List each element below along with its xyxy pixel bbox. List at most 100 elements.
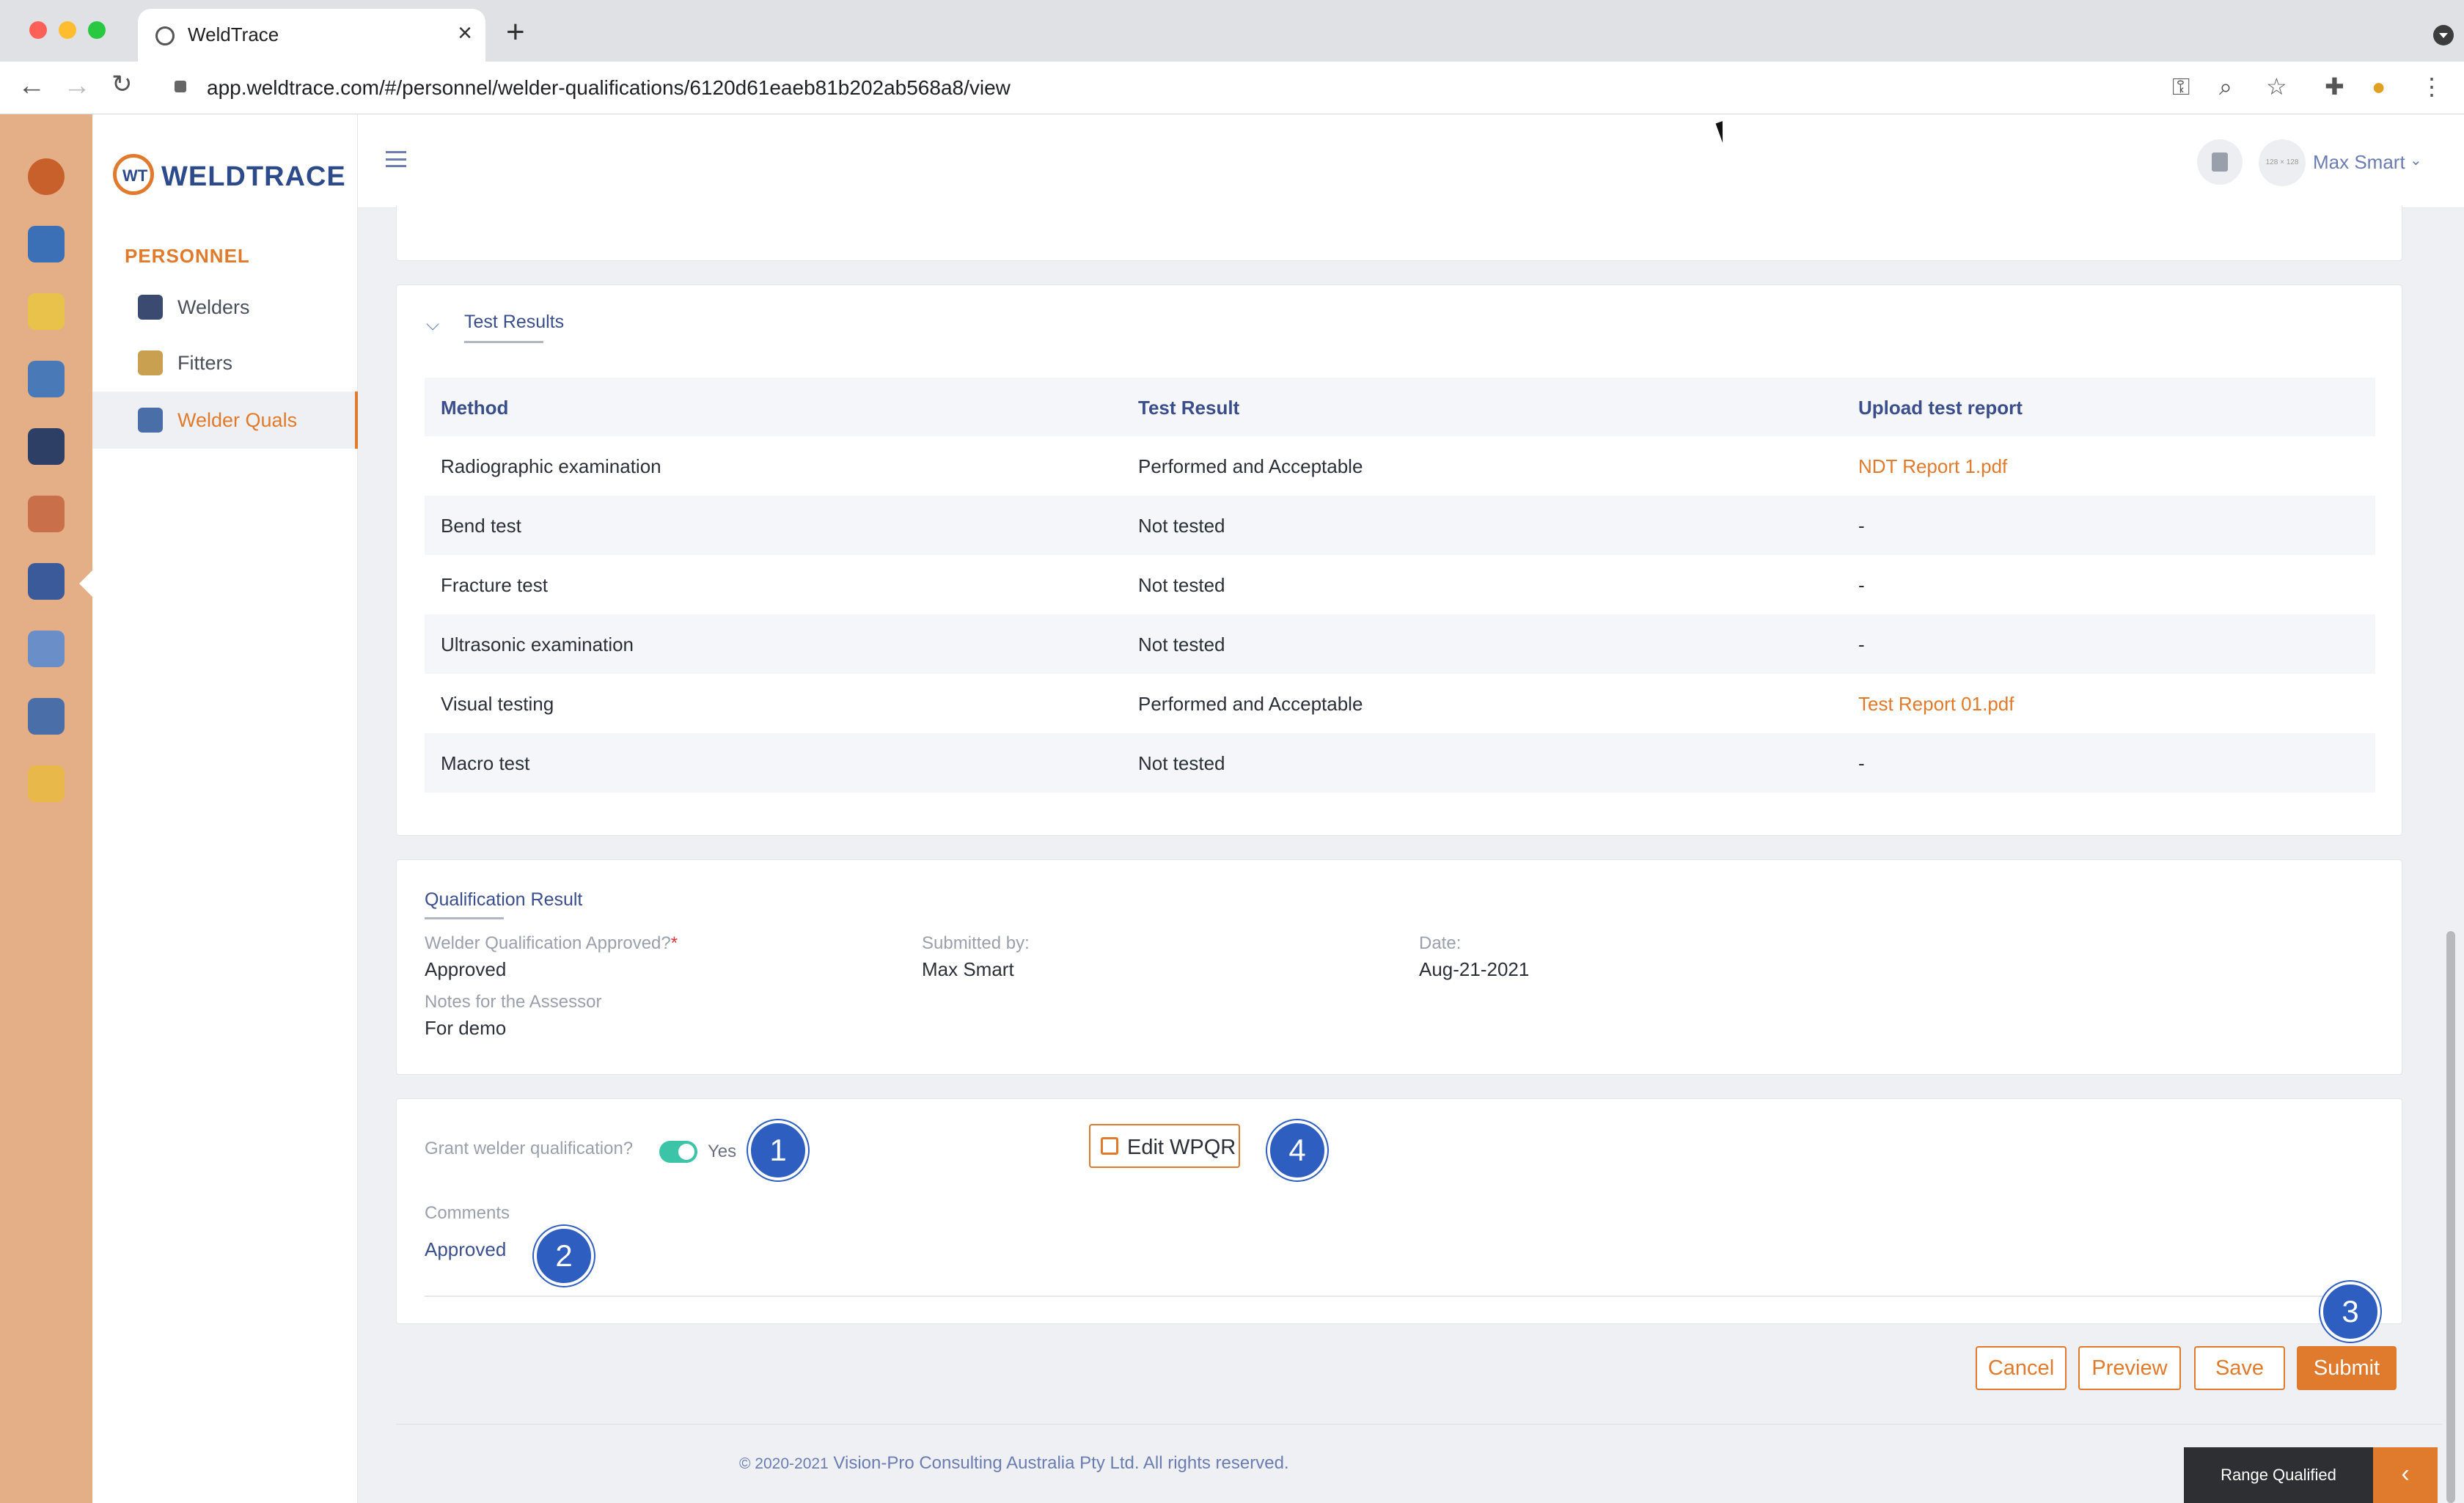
personnel-icon[interactable]	[28, 428, 65, 465]
method-cell: Bend test	[441, 515, 521, 537]
lock-icon	[175, 81, 186, 92]
key-icon[interactable]: ⚿	[2172, 75, 2190, 98]
sidebar-item-welders[interactable]: Welders	[92, 279, 358, 336]
result-cell: Not tested	[1138, 574, 1225, 596]
footer-years: © 2020-2021	[739, 1455, 829, 1472]
callout-badge-1: 1	[748, 1120, 808, 1180]
organization-icon[interactable]	[28, 496, 65, 532]
welder-icon	[138, 295, 163, 320]
submitted-by-label: Submitted by:	[922, 933, 1030, 953]
weldtrace-home-icon[interactable]	[28, 158, 65, 195]
column-header: Upload test report	[1858, 397, 2023, 419]
column-header: Test Result	[1138, 397, 1240, 419]
sidebar-item-label: Welder Quals	[177, 409, 298, 431]
browser-menu-icon[interactable]: ⋮	[2420, 75, 2443, 98]
table-row: Visual testing Performed and Acceptable …	[425, 674, 2375, 733]
sidebar-item-welder-quals[interactable]: Welder Quals	[92, 392, 358, 449]
table-header-row: Method Test Result Upload test report	[425, 378, 2375, 436]
edit-wpqr-button[interactable]: Edit WPQR	[1089, 1124, 1240, 1168]
result-cell: Not tested	[1138, 633, 1225, 655]
footer-divider	[396, 1424, 2442, 1425]
module-rail	[0, 114, 92, 1503]
equipment-icon[interactable]	[28, 563, 65, 600]
sidebar-section-title: PERSONNEL	[125, 245, 250, 267]
close-window-button[interactable]	[29, 21, 47, 39]
chevron-left-icon[interactable]: ‹	[2373, 1447, 2438, 1503]
method-cell: Fracture test	[441, 574, 548, 596]
table-row: Fracture test Not tested -	[425, 555, 2375, 614]
save-button[interactable]: Save	[2194, 1346, 2285, 1390]
qualification-result-card: Qualification Result Welder Qualificatio…	[396, 859, 2402, 1075]
preview-button[interactable]: Preview	[2078, 1346, 2181, 1390]
address-bar[interactable]: app.weldtrace.com/#/personnel/welder-qua…	[160, 67, 2287, 109]
page-scrollbar[interactable]	[2446, 931, 2455, 1503]
grant-toggle[interactable]	[659, 1141, 697, 1163]
comments-input[interactable]: Approved	[425, 1238, 506, 1261]
qualification-result-title: Qualification Result	[425, 889, 583, 910]
forward-icon[interactable]: →	[63, 72, 91, 100]
result-cell: Performed and Acceptable	[1138, 455, 1363, 477]
footer: © 2020-2021 Vision-Pro Consulting Austra…	[739, 1453, 1289, 1474]
new-tab-button[interactable]: +	[506, 16, 525, 48]
report-cell: -	[1858, 633, 1865, 655]
approved-label-text: Welder Qualification Approved?	[425, 933, 671, 953]
method-cell: Ultrasonic examination	[441, 633, 634, 655]
extensions-icon[interactable]: ✚	[2325, 75, 2344, 98]
settings-icon[interactable]	[28, 765, 65, 802]
star-icon[interactable]: ☆	[2266, 75, 2287, 98]
collapse-chevron-icon[interactable]: ⌵	[426, 315, 439, 335]
url-text[interactable]: app.weldtrace.com/#/personnel/welder-qua…	[207, 76, 1011, 100]
approved-value: Approved	[425, 958, 507, 980]
method-cell: Radiographic examination	[441, 455, 661, 477]
submit-button[interactable]: Submit	[2297, 1346, 2397, 1390]
sidebar-item-label: Welders	[177, 296, 250, 318]
zoom-icon[interactable]: ⌕	[2219, 75, 2232, 98]
report-cell: -	[1858, 574, 1865, 596]
browser-tabbar: WeldTrace × +	[0, 0, 2464, 62]
test-results-title[interactable]: Test Results	[464, 312, 564, 333]
result-cell: Performed and Acceptable	[1138, 693, 1363, 715]
range-qualified-tab[interactable]: Range Qualified	[2184, 1447, 2373, 1503]
projects-icon[interactable]	[28, 293, 65, 330]
active-module-indicator	[79, 570, 92, 597]
browser-tab[interactable]: WeldTrace ×	[138, 9, 485, 62]
logo-mark-icon	[113, 154, 154, 195]
sidebar: WELDTRACE PERSONNEL Welders Fitters Weld…	[92, 114, 358, 1503]
dashboard-icon[interactable]	[28, 226, 65, 262]
reports-icon[interactable]	[28, 698, 65, 735]
result-cell: Not tested	[1138, 515, 1225, 537]
back-icon[interactable]: ←	[18, 72, 45, 100]
edit-icon	[1101, 1137, 1118, 1155]
report-cell: -	[1858, 752, 1865, 774]
procedures-icon[interactable]	[28, 361, 65, 397]
report-link[interactable]: NDT Report 1.pdf	[1858, 455, 2007, 478]
cancel-button[interactable]: Cancel	[1976, 1346, 2067, 1390]
team-icon[interactable]	[28, 631, 65, 667]
toggle-label: Yes	[708, 1142, 737, 1161]
profile-icon[interactable]: ●	[2372, 75, 2386, 98]
report-link[interactable]: Test Report 01.pdf	[1858, 693, 2014, 716]
fitter-icon	[138, 350, 163, 375]
book-icon[interactable]	[2197, 139, 2243, 185]
previous-section-card	[396, 205, 2402, 261]
close-tab-icon[interactable]: ×	[458, 19, 472, 48]
result-cell: Not tested	[1138, 752, 1225, 774]
avatar[interactable]: 128 × 128	[2259, 139, 2306, 186]
sidebar-item-label: Fitters	[177, 352, 233, 374]
sidebar-item-fitters[interactable]: Fitters	[92, 334, 358, 392]
tab-search-icon[interactable]	[2433, 25, 2454, 45]
menu-toggle-icon[interactable]	[386, 151, 406, 167]
maximize-window-button[interactable]	[88, 21, 106, 39]
globe-icon	[155, 26, 175, 45]
reload-icon[interactable]: ↻	[111, 72, 133, 97]
minimize-window-button[interactable]	[59, 21, 76, 39]
table-row: Radiographic examination Performed and A…	[425, 436, 2375, 496]
footer-company[interactable]: Vision-Pro Consulting Australia Pty Ltd.…	[833, 1453, 1288, 1473]
comments-underline	[425, 1296, 2375, 1297]
chevron-down-icon[interactable]: ⌄	[2410, 151, 2422, 169]
user-name[interactable]: Max Smart	[2313, 151, 2405, 174]
method-cell: Macro test	[441, 752, 530, 774]
app-root: WeldTrace × + ← → ↻ app.weldtrace.com/#/…	[0, 0, 2464, 1503]
grant-qualification-card: Grant welder qualification? Yes Edit WPQ…	[396, 1098, 2402, 1324]
column-header: Method	[441, 397, 509, 419]
